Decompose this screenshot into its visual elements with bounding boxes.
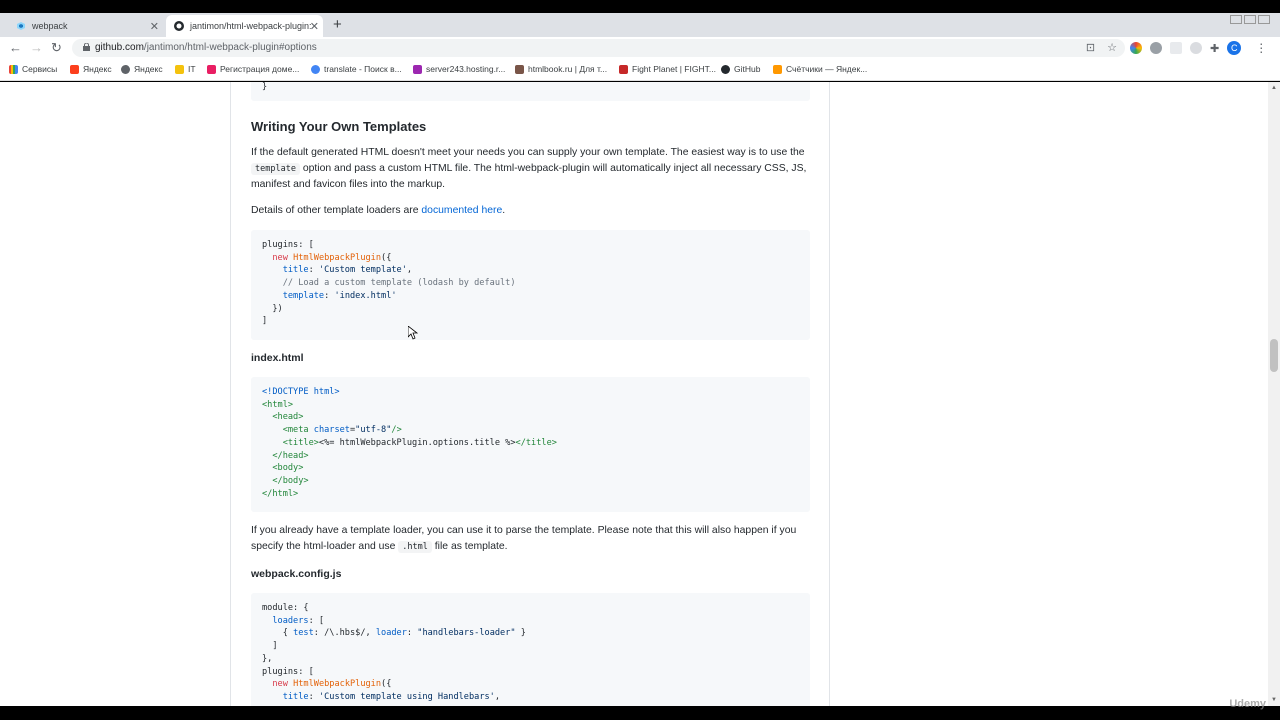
extension-icon[interactable] — [1170, 42, 1182, 54]
forward-icon[interactable]: → — [30, 40, 43, 55]
server-icon — [413, 64, 422, 74]
google-icon — [311, 64, 320, 74]
close-icon[interactable]: ✕ — [150, 20, 159, 33]
bookmark-services[interactable]: Сервисы — [9, 64, 57, 74]
bookmark-registration[interactable]: Регистрация доме... — [207, 64, 299, 74]
menu-icon[interactable]: ⋮ — [1255, 41, 1267, 55]
restore-icon[interactable] — [1244, 15, 1256, 24]
translate-icon[interactable]: ⊡ — [1086, 41, 1095, 54]
github-icon — [174, 21, 184, 31]
extensions-area: ✚ C ⋮ — [1130, 41, 1267, 55]
paragraph-loaders: Details of other template loaders are do… — [251, 205, 506, 216]
avatar[interactable]: C — [1227, 41, 1242, 55]
tab-strip: webpack ✕ jantimon/html-webpack-plugin: … — [0, 13, 1280, 37]
lock-icon — [83, 43, 90, 51]
bookmark-github[interactable]: GitHub — [721, 64, 760, 74]
udemy-watermark: Udemy — [1229, 698, 1266, 710]
paragraph-template-loader: If you already have a template loader, y… — [251, 525, 797, 553]
close-window-icon[interactable] — [1258, 15, 1270, 24]
back-icon[interactable]: ← — [9, 40, 22, 55]
bookmark-yandex-2[interactable]: Яндекс — [121, 64, 163, 74]
window-controls — [1230, 15, 1270, 24]
chart-icon — [773, 64, 782, 74]
minimize-icon[interactable] — [1230, 15, 1242, 24]
tab-webpack[interactable]: webpack ✕ — [8, 15, 163, 37]
code-block-webpack-config: module: { loaders: [ { test: /\.hbs$/, l… — [251, 593, 810, 706]
index-html-heading: index.html — [251, 352, 304, 364]
registration-icon — [207, 64, 216, 74]
apps-grid-icon — [9, 64, 18, 74]
bookmark-translate[interactable]: translate - Поиск в... — [311, 64, 402, 74]
webpack-config-heading: webpack.config.js — [251, 568, 342, 580]
readme-content: } Writing Your Own Templates If the defa… — [230, 82, 830, 706]
bookmark-fight-planet[interactable]: Fight Planet | FIGHT... — [619, 64, 716, 74]
bookmark-yandex-1[interactable]: Яндекс — [70, 64, 112, 74]
screen-top-border — [0, 0, 1280, 13]
scroll-down-icon[interactable]: ▼ — [1271, 697, 1277, 703]
scroll-up-icon[interactable]: ▲ — [1271, 85, 1277, 91]
close-icon[interactable]: ✕ — [310, 20, 319, 33]
bookmark-htmlbook[interactable]: htmlbook.ru | Для т... — [515, 64, 607, 74]
htmlbook-icon — [515, 64, 524, 74]
new-tab-button[interactable]: + — [333, 16, 342, 33]
inline-code: .html — [398, 541, 432, 553]
bookmark-star-icon[interactable]: ☆ — [1107, 41, 1117, 54]
code-block-plugins: plugins: [ new HtmlWebpackPlugin({ title… — [251, 230, 810, 340]
extension-icon[interactable] — [1150, 42, 1162, 54]
github-icon — [721, 64, 730, 74]
screen-bottom-border — [0, 706, 1280, 720]
inline-code: template — [251, 163, 300, 175]
code-block-index-html: <!DOCTYPE html> <html> <head> <meta char… — [251, 377, 810, 512]
bookmark-it-folder[interactable]: IT — [175, 64, 196, 74]
tab-title: webpack — [32, 21, 68, 31]
code-block-previous: } — [251, 82, 810, 101]
url-text: github.com/jantimon/html-webpack-plugin#… — [95, 42, 317, 53]
puzzle-icon[interactable]: ✚ — [1210, 42, 1219, 55]
section-heading: Writing Your Own Templates — [251, 119, 427, 134]
yandex-icon — [70, 64, 79, 74]
reload-icon[interactable]: ↻ — [51, 40, 62, 56]
tab-github[interactable]: jantimon/html-webpack-plugin: ✕ — [166, 15, 323, 37]
vertical-scrollbar[interactable]: ▲ ▼ — [1268, 82, 1280, 706]
documented-here-link[interactable]: documented here — [421, 205, 502, 216]
fight-planet-icon — [619, 64, 628, 74]
folder-icon — [175, 64, 184, 74]
bookmark-server[interactable]: server243.hosting.r... — [413, 64, 505, 74]
bookmark-counters[interactable]: Счётчики — Яндек... — [773, 64, 867, 74]
webpack-icon — [16, 21, 26, 31]
paragraph-templates: If the default generated HTML doesn't me… — [251, 147, 807, 190]
globe-icon — [121, 64, 130, 74]
chrome-extension-icon[interactable] — [1130, 42, 1142, 54]
address-bar[interactable]: github.com/jantimon/html-webpack-plugin#… — [72, 39, 1125, 57]
bookmarks-bar: Сервисы Яндекс Яндекс IT Регистрация дом… — [0, 59, 1280, 81]
mouse-cursor-icon — [408, 326, 418, 340]
scrollbar-thumb[interactable] — [1270, 339, 1278, 372]
extension-icon[interactable] — [1190, 42, 1202, 54]
tab-title: jantimon/html-webpack-plugin: — [190, 21, 312, 31]
browser-toolbar: ← → ↻ github.com/jantimon/html-webpack-p… — [0, 37, 1280, 59]
page-viewport: } Writing Your Own Templates If the defa… — [0, 82, 1280, 706]
